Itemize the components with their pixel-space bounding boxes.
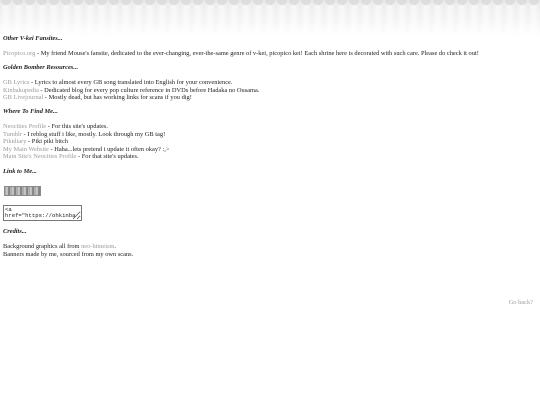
gb-lyrics-desc: - Lyrics to almost every GB song transla… [29, 79, 233, 86]
credits-text: Background graphics all from neo-himeism… [3, 243, 133, 258]
fansite-item: Picopico.org - My friend Mouse's fansite… [3, 50, 479, 58]
picopico-desc: - My friend Mouse's fansite, dedicated t… [35, 50, 479, 57]
neocities-profile-link[interactable]: Neocities Profile [3, 123, 46, 130]
picopico-link[interactable]: Picopico.org [3, 50, 35, 57]
gb-livejournal-desc: - Mostly dead, but has working links for… [43, 94, 192, 102]
credits-bg-post: . [114, 243, 117, 250]
link-code-box[interactable]: <a href="https://ohkinba [3, 205, 82, 221]
main-neocities-link[interactable]: Main Site's Neocities Profile [3, 153, 76, 160]
go-back-link[interactable]: Go back? [509, 299, 533, 306]
gb-lyrics-link[interactable]: GB Lyrics [3, 79, 29, 86]
credits-bg-pre: Background graphics all from [3, 243, 82, 250]
kinbakupedia-desc: - Dedicated blog for every pop culture r… [38, 86, 260, 94]
resources-heading: Golden Bomber Resources... [3, 64, 79, 71]
credits-banners: Banners made by me, sourced from my own … [3, 250, 134, 258]
link-to-me-heading: Link to Me... [3, 168, 37, 175]
resources-section: Golden Bomber Resources... GB Lyrics - L… [3, 64, 259, 102]
neo-himeism-link[interactable]: neo-himeism [81, 243, 114, 250]
pikidiary-link[interactable]: Pikidiary [3, 138, 26, 145]
header-banner-fade [0, 0, 540, 36]
fansites-heading: Other V-kei Fansites... [3, 35, 63, 42]
find-me-section: Where To Find Me... Neocities Profile - … [3, 108, 169, 161]
kinbakupedia-link[interactable]: Kinbakupedia [3, 87, 39, 94]
tumblr-link[interactable]: Tumblr [3, 131, 22, 138]
pikidiary-desc: - Piki piki bitch [26, 138, 68, 146]
tumblr-desc: - I reblog stuff i like, mostly. Look th… [21, 130, 166, 138]
site-button-image[interactable] [4, 186, 41, 196]
fansites-section: Other V-kei Fansites... Picopico.org - M… [3, 35, 479, 58]
find-me-heading: Where To Find Me... [3, 108, 58, 115]
main-website-desc: - Haha...lets pretend i update it often … [48, 145, 170, 153]
credits-section: Credits... Background graphics all from … [3, 228, 133, 258]
main-website-link[interactable]: My Main Website [3, 146, 49, 153]
resource-list: GB Lyrics - Lyrics to almost every GB so… [3, 79, 259, 102]
link-to-me-section: Link to Me... [3, 168, 37, 176]
credits-heading: Credits... [3, 228, 27, 235]
neocities-profile-desc: - For this site's updates. [46, 123, 108, 130]
find-me-list: Neocities Profile - For this site's upda… [3, 123, 169, 161]
gb-livejournal-link[interactable]: GB Livejournal [3, 94, 43, 101]
main-neocities-desc: - For that site's updates. [76, 153, 139, 161]
